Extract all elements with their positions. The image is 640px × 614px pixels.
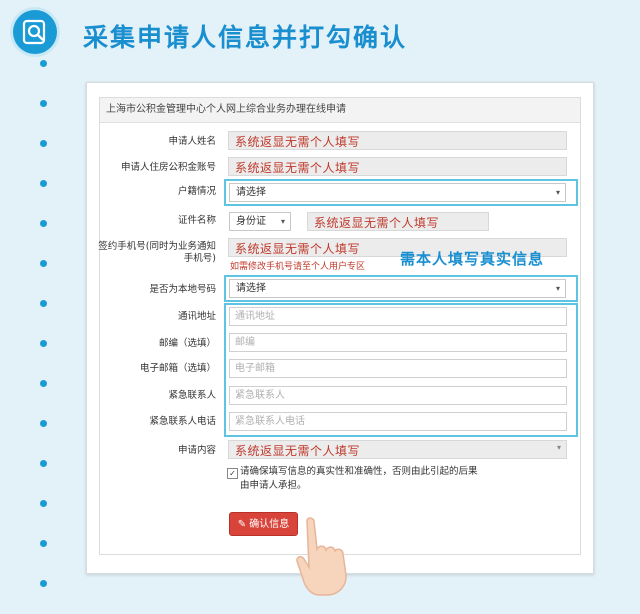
label-account: 申请人住房公积金账号 (120, 162, 216, 173)
id-number-field: 系统返显无需个人填写 (307, 212, 489, 231)
contact-placeholder: 紧急联系人 (235, 390, 285, 401)
zip-input[interactable]: 邮编 (229, 333, 567, 352)
contact-phone-placeholder: 紧急联系人电话 (235, 416, 305, 427)
timeline-dot (40, 140, 47, 147)
label-phone: 签约手机号(同时为业务通知手机号) (98, 241, 216, 264)
hukou-select[interactable]: 请选择 ▾ (229, 183, 566, 202)
phone-value: 系统返显无需个人填写 (235, 242, 361, 256)
annotation-text: 需本人填写真实信息 (400, 250, 545, 268)
label-email: 电子邮箱（选填） (139, 363, 216, 374)
label-content: 申请内容 (177, 445, 216, 456)
is-own-select[interactable]: 请选择 ▾ (229, 279, 566, 298)
hukou-select-value: 请选择 (236, 187, 266, 198)
account-field: 系统返显无需个人填写 (228, 157, 567, 176)
label-hukou: 户籍情况 (177, 186, 216, 197)
agree-checkbox[interactable]: ✓ (227, 468, 238, 479)
timeline-dot (40, 260, 47, 267)
page-title: 采集申请人信息并打勾确认 (83, 23, 408, 52)
chevron-down-icon: ▾ (280, 217, 285, 226)
address-placeholder: 通讯地址 (235, 311, 275, 322)
label-name: 申请人姓名 (168, 136, 216, 147)
name-field: 系统返显无需个人填写 (228, 131, 567, 150)
account-value: 系统返显无需个人填写 (235, 161, 361, 175)
timeline-dot (40, 180, 47, 187)
search-doc-icon (13, 10, 57, 54)
timeline-dot (40, 540, 47, 547)
contact-phone-input[interactable]: 紧急联系人电话 (229, 412, 567, 431)
email-placeholder: 电子邮箱 (235, 363, 275, 374)
id-number-value: 系统返显无需个人填写 (314, 216, 440, 230)
timeline-dot (40, 420, 47, 427)
contact-input[interactable]: 紧急联系人 (229, 386, 567, 405)
timeline-dot (40, 500, 47, 507)
timeline-dot (40, 100, 47, 107)
content-field[interactable]: 系统返显无需个人填写 ▾ (228, 440, 567, 459)
label-zip: 邮编（选填） (158, 338, 216, 349)
id-type-value: 身份证 (236, 216, 266, 227)
chevron-down-icon: ▾ (556, 443, 561, 452)
dot-timeline (40, 60, 48, 610)
phone-note: 如需修改手机号请至个人用户专区 (230, 262, 366, 272)
confirm-label: 确认信息 (249, 519, 290, 530)
agree-text: 请确保填写信息的真实性和准确性，否则由此引起的后果由申请人承担。 (240, 466, 478, 491)
timeline-dot (40, 340, 47, 347)
label-is-own: 是否为本地号码 (149, 284, 216, 295)
timeline-dot (40, 580, 47, 587)
is-own-select-value: 请选择 (236, 283, 266, 294)
timeline-dot (40, 300, 47, 307)
timeline-dot (40, 220, 47, 227)
label-address: 通讯地址 (177, 311, 216, 322)
panel-title: 上海市公积金管理中心个人网上综合业务办理在线申请 (100, 98, 580, 123)
label-contact-phone: 紧急联系人电话 (149, 416, 216, 427)
chevron-down-icon: ▾ (555, 188, 560, 197)
timeline-dot (40, 460, 47, 467)
name-value: 系统返显无需个人填写 (235, 135, 361, 149)
timeline-dot (40, 60, 47, 67)
id-type-select[interactable]: 身份证 ▾ (229, 212, 291, 231)
timeline-dot (40, 380, 47, 387)
confirm-button[interactable]: ✎ 确认信息 (229, 512, 298, 536)
pencil-icon: ✎ (237, 519, 247, 530)
email-input[interactable]: 电子邮箱 (229, 359, 567, 378)
pointing-hand-icon (293, 515, 363, 601)
label-id-name: 证件名称 (177, 215, 216, 226)
chevron-down-icon: ▾ (555, 284, 560, 293)
content-value: 系统返显无需个人填写 (235, 444, 361, 458)
label-contact: 紧急联系人 (168, 390, 216, 401)
address-input[interactable]: 通讯地址 (229, 307, 567, 326)
zip-placeholder: 邮编 (235, 337, 255, 348)
